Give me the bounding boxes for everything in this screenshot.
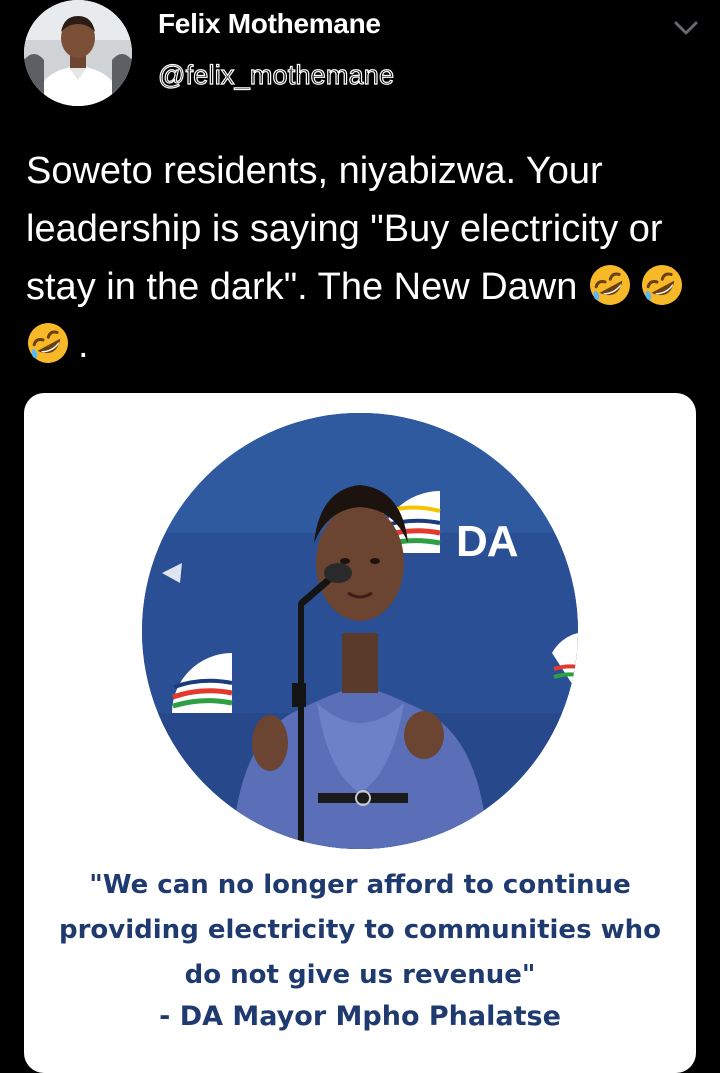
author-handle[interactable]: @felix_mothemane: [157, 59, 394, 91]
chevron-down-icon[interactable]: [672, 18, 700, 38]
rolling-on-floor-laughing-emoji-icon: [588, 263, 632, 307]
rolling-on-floor-laughing-emoji-icon: [640, 263, 684, 307]
quote-text: "We can no longer afford to continue pro…: [24, 863, 696, 998]
quote-attribution: - DA Mayor Mpho Phalatse: [159, 1001, 561, 1032]
tweet-body-text: Soweto residents, niyabizwa. Your leader…: [26, 150, 663, 308]
tweet-header: Felix Mothemane @felix_mothemane: [0, 0, 720, 120]
quote-line: do not give us revenue": [184, 960, 536, 990]
media-card[interactable]: DA "We can no longer afford to continue …: [24, 393, 696, 1073]
author-name[interactable]: Felix Mothemane: [158, 8, 381, 40]
quote-line: providing electricity to communities who: [59, 915, 661, 945]
rolling-on-floor-laughing-emoji-icon: [26, 321, 70, 365]
tweet-text: Soweto residents, niyabizwa. Your leader…: [26, 142, 706, 374]
author-avatar[interactable]: [24, 0, 132, 106]
mayor-photo: [142, 413, 578, 849]
quote-line: "We can no longer afford to continue: [89, 870, 631, 900]
da-logo-text: DA: [456, 517, 519, 566]
tweet-text-end: .: [78, 324, 89, 366]
